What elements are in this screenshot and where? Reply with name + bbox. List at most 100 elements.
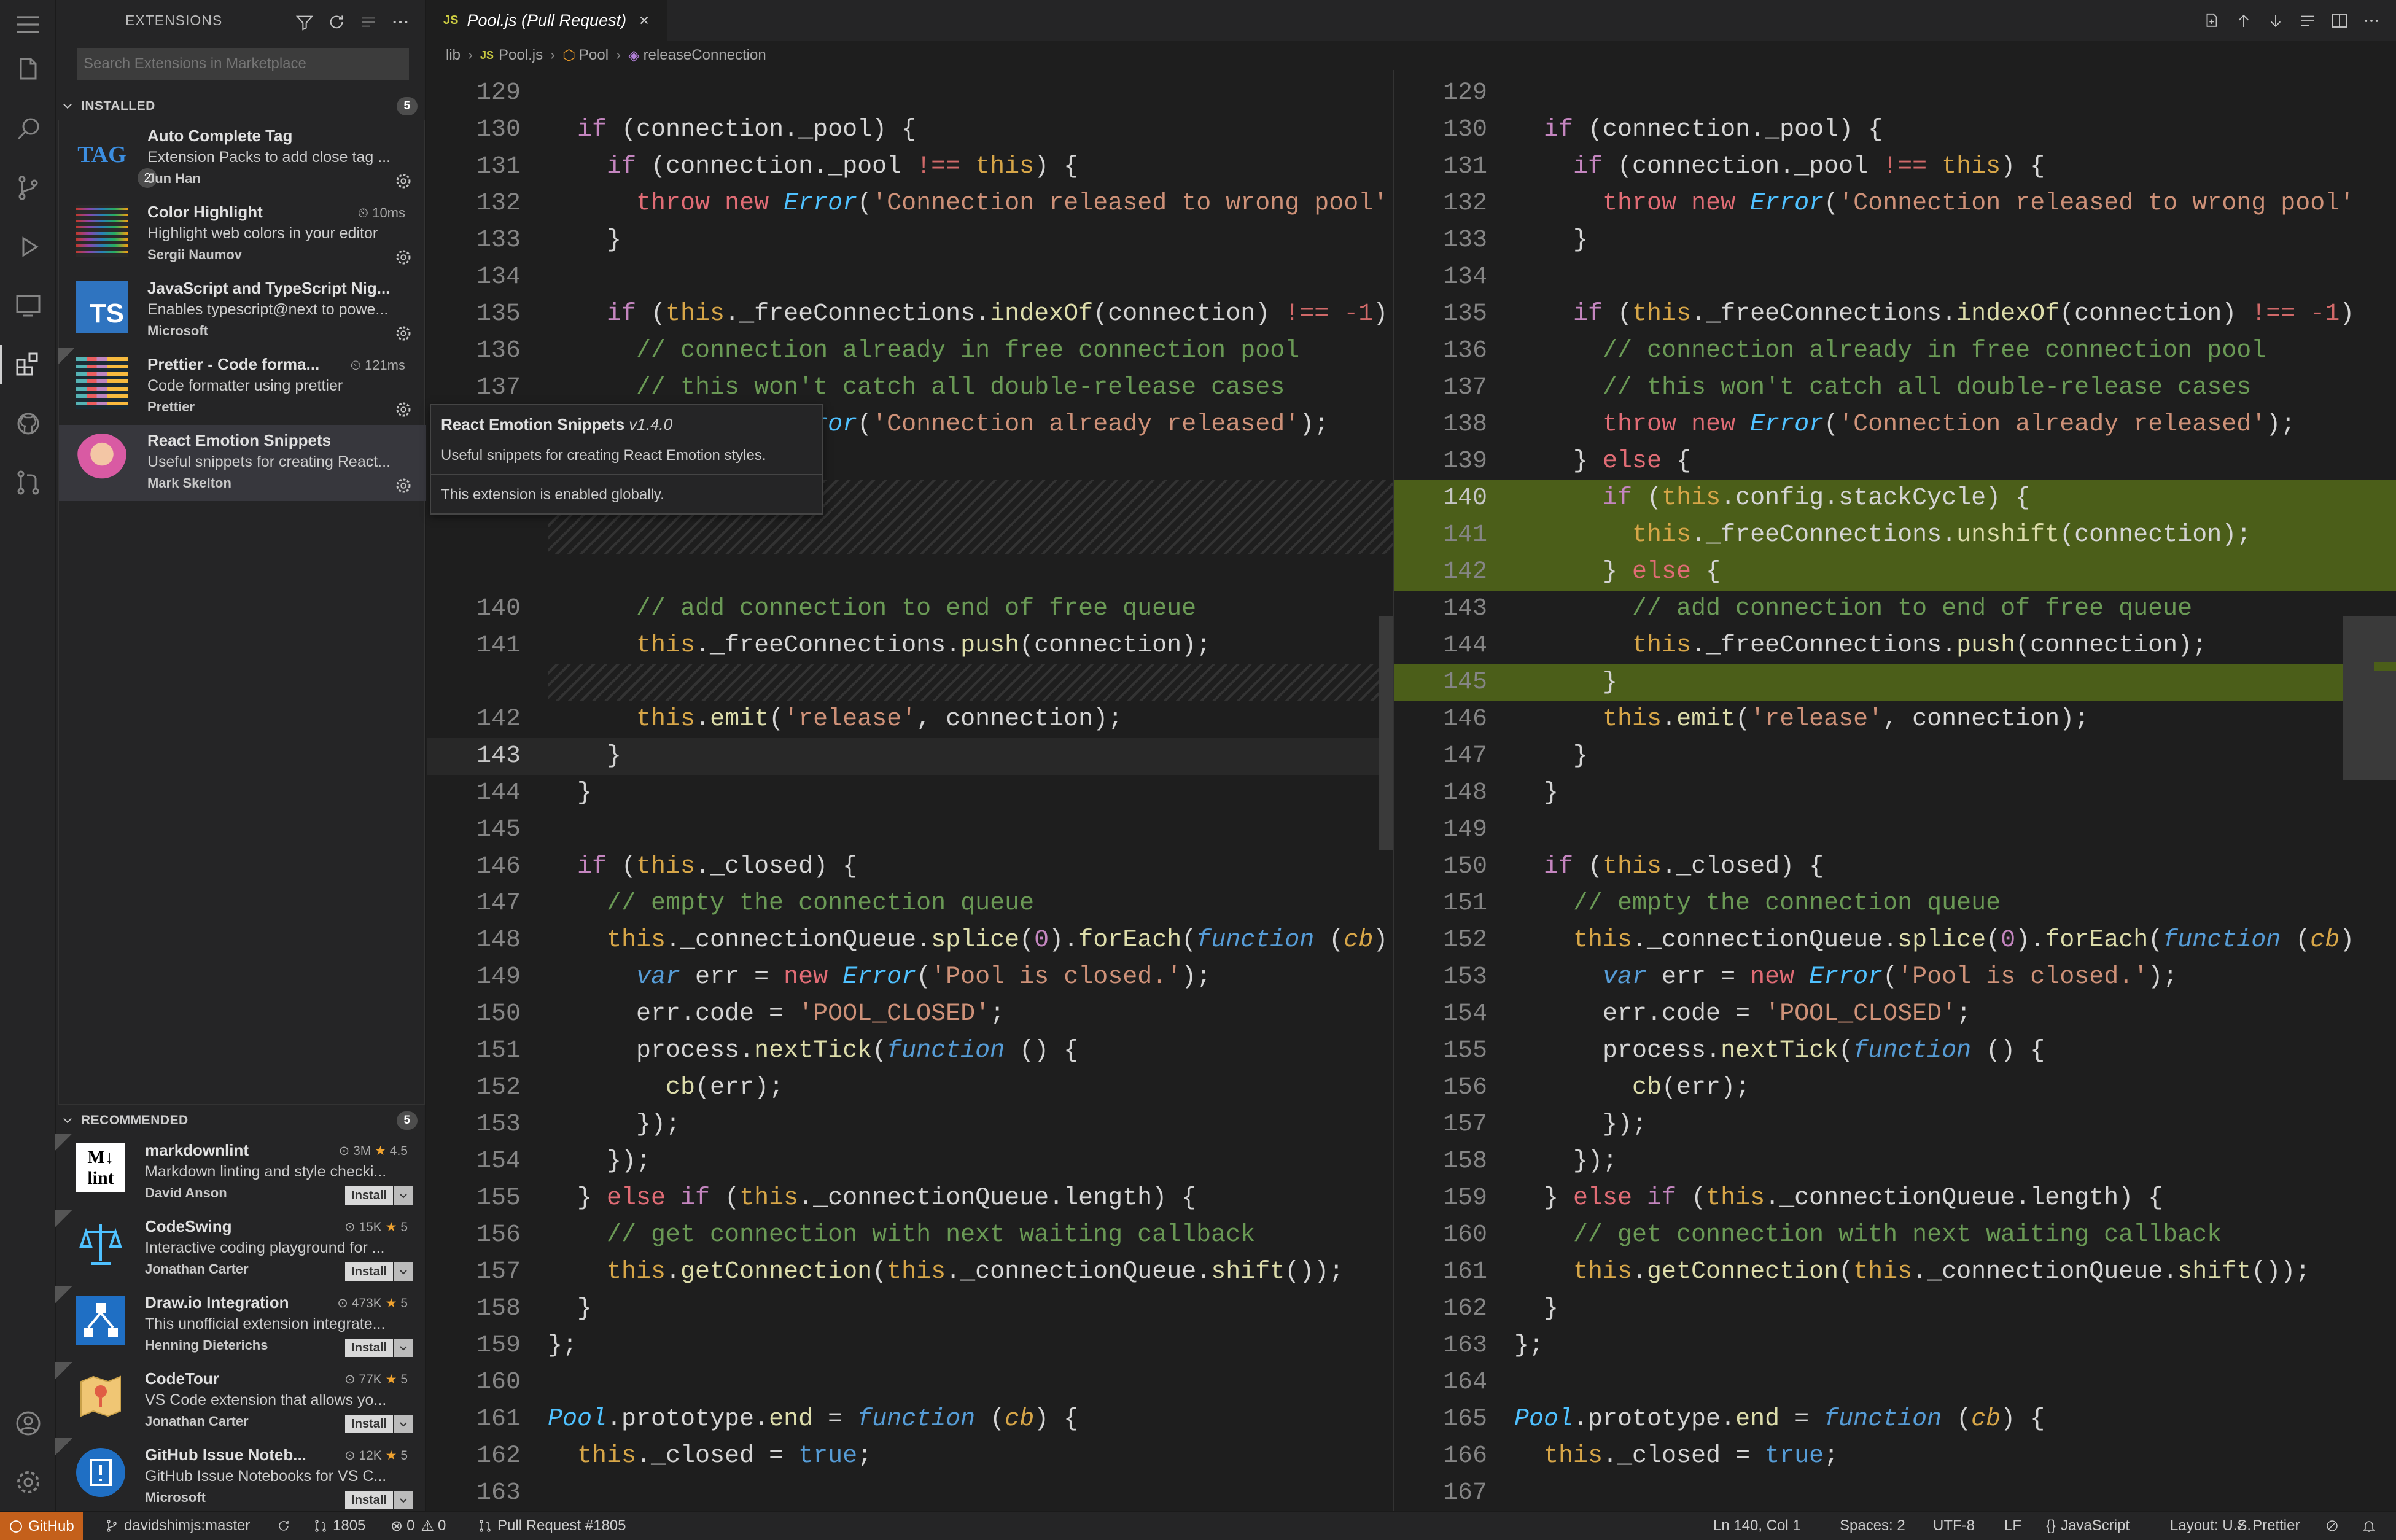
breadcrumb-class[interactable]: Pool [579, 47, 609, 64]
pull-request-indicator[interactable]: Pull Request #1805 [478, 1512, 626, 1540]
end-of-line[interactable]: LF [2004, 1512, 2021, 1540]
drawio-logo-icon [76, 1296, 125, 1345]
pr-count-indicator[interactable]: 1805 [313, 1512, 365, 1540]
code-line: 149 [1442, 816, 1487, 844]
prettier-logo-icon [76, 357, 128, 409]
problems-indicator[interactable]: ⊗ 0 ⚠ 0 [391, 1512, 446, 1540]
chevron-down-icon[interactable] [394, 1491, 413, 1509]
paragraph-icon[interactable] [2292, 7, 2324, 34]
manage-gear-icon[interactable] [394, 172, 413, 190]
refresh-icon[interactable] [321, 9, 352, 36]
arrow-down-icon[interactable] [2260, 7, 2292, 34]
source-control-icon[interactable] [0, 163, 56, 212]
list-item[interactable]: React Emotion Snippets Useful snippets f… [59, 425, 426, 501]
extension-name: CodeSwing [145, 1217, 232, 1235]
github-icon[interactable] [0, 399, 56, 448]
code-line: 163 [476, 1479, 521, 1507]
open-file-icon[interactable] [2196, 7, 2228, 34]
list-item[interactable]: CodeSwing ⊙ 15K ★ 5 Interactive coding p… [55, 1210, 426, 1287]
diff-modified-pane[interactable]: 129 130 if (connection._pool) { 131 if (… [1393, 70, 2396, 1511]
extension-author: Henning Dieterichs [145, 1337, 268, 1353]
breadcrumb-method[interactable]: releaseConnection [644, 47, 766, 64]
check-all-icon: ✓ [2235, 1517, 2248, 1534]
emotion-avatar-icon [76, 434, 128, 485]
manage-gear-icon[interactable] [394, 400, 413, 419]
extension-search-input[interactable] [77, 48, 409, 80]
chevron-down-icon[interactable] [394, 1262, 413, 1281]
code-line: 148 this._connectionQueue.splice(0).forE… [476, 927, 1388, 954]
arrow-up-icon[interactable] [2228, 7, 2260, 34]
breadcrumb-file[interactable]: Pool.js [499, 47, 543, 64]
list-item[interactable]: Color Highlight ⏲ 10ms Highlight web col… [59, 196, 426, 273]
cursor-position[interactable]: Ln 140, Col 1 [1713, 1512, 1801, 1540]
chevron-down-icon[interactable] [394, 1186, 413, 1205]
code-line: 157 this.getConnection(this._connectionQ… [476, 1258, 1344, 1286]
manage-gear-icon[interactable] [394, 476, 413, 495]
run-debug-icon[interactable] [0, 222, 56, 271]
remote-indicator[interactable]: GitHub [0, 1512, 83, 1540]
branch-indicator[interactable]: davidshimjs:master [104, 1512, 250, 1540]
indentation[interactable]: Spaces: 2 [1840, 1512, 1905, 1540]
clear-icon[interactable] [352, 9, 384, 36]
install-button[interactable]: Install [345, 1339, 413, 1357]
recommended-section-header[interactable]: RECOMMENDED 5 [56, 1106, 426, 1134]
notebook-logo-icon [76, 1448, 125, 1497]
install-button[interactable]: Install [345, 1186, 413, 1205]
more-actions-icon[interactable] [2355, 7, 2387, 34]
rating-star-icon: ★ [385, 1372, 397, 1386]
accounts-icon[interactable] [0, 1399, 56, 1448]
settings-gear-icon[interactable] [0, 1458, 56, 1507]
notifications-bell-icon[interactable] [2362, 1512, 2381, 1540]
javascript-file-icon: JS [443, 13, 459, 27]
installed-section-header[interactable]: INSTALLED 5 [56, 92, 426, 119]
filter-icon[interactable] [289, 9, 321, 36]
markdownlint-logo-icon: M↓ lint [76, 1143, 125, 1192]
install-button[interactable]: Install [345, 1262, 413, 1281]
list-item[interactable]: Draw.io Integration ⊙ 473K ★ 5 This unof… [55, 1286, 426, 1363]
code-line: 134 [1442, 263, 1487, 291]
split-editor-icon[interactable] [2324, 7, 2355, 34]
more-actions-icon[interactable] [384, 9, 416, 36]
diff-filler [548, 664, 1394, 701]
scrollbar[interactable] [1379, 616, 1393, 850]
encoding[interactable]: UTF-8 [1933, 1512, 1975, 1540]
code-line: 147 } [1442, 742, 1589, 770]
scrollbar[interactable] [2343, 616, 2396, 780]
diff-editor: JS Pool.js (Pull Request) lib › JS Pool.… [427, 0, 2396, 1511]
extensions-icon[interactable] [0, 340, 56, 389]
sync-icon[interactable] [276, 1512, 296, 1540]
breadcrumb-folder[interactable]: lib [446, 47, 461, 64]
list-item[interactable]: GitHub Issue Noteb... ⊙ 12K ★ 5 GitHub I… [55, 1438, 426, 1515]
list-item[interactable]: CodeTour ⊙ 77K ★ 5 VS Code extension tha… [55, 1362, 426, 1439]
tab-pool-js[interactable]: JS Pool.js (Pull Request) [427, 0, 667, 41]
install-button[interactable]: Install [345, 1415, 413, 1433]
extension-name: Auto Complete Tag [147, 126, 293, 145]
feedback-icon[interactable] [2325, 1512, 2344, 1540]
extension-description: Extension Packs to add close tag ... [147, 149, 391, 166]
list-item[interactable]: M↓ lint markdownlint ⊙ 3M ★ 4.5 Markdown … [55, 1134, 426, 1211]
code-line: 163}; [1442, 1332, 1544, 1359]
install-button[interactable]: Install [345, 1491, 413, 1509]
close-icon[interactable] [637, 14, 651, 27]
remote-explorer-icon[interactable] [0, 281, 56, 330]
formatter[interactable]: ✓ Prettier [2235, 1512, 2300, 1540]
installed-count-badge: 5 [397, 97, 418, 115]
pull-requests-icon[interactable] [0, 458, 56, 507]
menu-icon[interactable] [0, 0, 56, 49]
search-icon[interactable] [0, 104, 56, 154]
explorer-icon[interactable] [0, 45, 56, 95]
code-line: 131 if (connection._pool !== this) { [1442, 153, 2045, 181]
list-item[interactable]: TS JavaScript and TypeScript Nig... Enab… [59, 273, 426, 349]
diff-original-pane[interactable]: 129 130 if (connection._pool) { 131 if (… [427, 70, 1394, 1511]
list-item[interactable]: TAG 2 Auto Complete Tag Extension Packs … [59, 120, 426, 196]
code-line-added: 140 if (this.config.stackCycle) { [1394, 480, 2396, 517]
chevron-down-icon[interactable] [394, 1339, 413, 1357]
manage-gear-icon[interactable] [394, 324, 413, 343]
extensions-sidebar: EXTENSIONS INSTALLED 5 TAG 2 Auto Comple… [55, 0, 426, 1511]
code-line: 160 [476, 1369, 521, 1396]
recommended-star-icon [55, 1210, 72, 1227]
manage-gear-icon[interactable] [394, 248, 413, 266]
language-mode[interactable]: {} JavaScript [2046, 1512, 2130, 1540]
chevron-down-icon[interactable] [394, 1415, 413, 1433]
list-item[interactable]: Prettier - Code forma... ⏲ 121ms Code fo… [58, 348, 426, 425]
